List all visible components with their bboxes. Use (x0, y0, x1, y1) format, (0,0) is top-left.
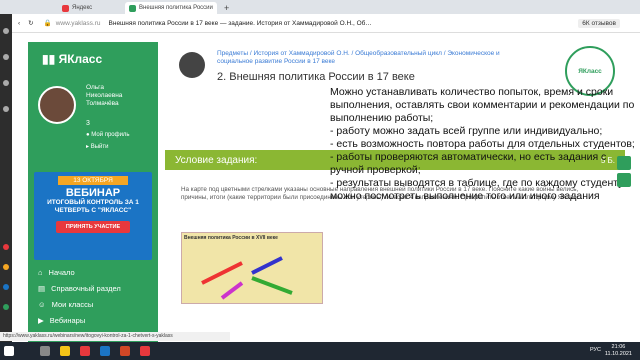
history-map: Внешняя политика России в XVII веке (181, 232, 323, 304)
right-side-buttons (617, 156, 631, 190)
user-middle-name: Николаевна (86, 92, 123, 99)
arrow-south (251, 276, 293, 295)
lock-icon: 🔒 (43, 20, 52, 27)
promo-title: ВЕБИНАР (65, 187, 121, 199)
sidebar-item-label: Начало (48, 268, 75, 277)
task-label: Условие задания: (175, 154, 258, 166)
settings-icon[interactable] (3, 106, 9, 112)
start-icon[interactable] (4, 346, 14, 356)
tab-label: Яндекс (72, 5, 93, 11)
messenger-icon[interactable] (3, 284, 9, 290)
status-url: https://www.yaklass.ru/webinars/new/itog… (0, 332, 230, 341)
bookmarks-icon[interactable] (3, 54, 9, 60)
user-last-name: Толмачёва (86, 100, 119, 107)
book-icon: ▮▮ (42, 52, 56, 66)
arrow-west (201, 261, 243, 285)
app-icon[interactable] (3, 304, 9, 310)
logo-text: ЯКласс (58, 52, 103, 66)
word-icon[interactable] (100, 346, 110, 356)
sidebar-item-home[interactable]: ⌂ Начало (38, 268, 75, 277)
music-icon[interactable] (3, 264, 9, 270)
sidebar-item-label: Вебинары (49, 316, 86, 325)
alice-icon[interactable] (3, 244, 9, 250)
tab-label: Внешняя политика России (139, 5, 213, 11)
subject-icon (179, 52, 205, 78)
app-icon[interactable] (140, 346, 150, 356)
windows-taskbar: РУС 21:06 11.10.2021 (0, 342, 640, 360)
logout-link[interactable]: ▸ Выйти (86, 143, 108, 150)
arrow-southwest (220, 281, 244, 300)
breadcrumb[interactable]: Предметы / История от Хаммадировой О.Н. … (217, 50, 517, 66)
new-tab-button[interactable]: + (220, 2, 232, 14)
clock-time: 21:06 (611, 344, 626, 350)
clock[interactable]: 21:06 11.10.2021 (605, 344, 632, 358)
video-icon: ▶ (38, 316, 44, 325)
map-title: Внешняя политика России в XVII веке (184, 235, 278, 241)
url-domain[interactable]: www.yaklass.ru (56, 20, 101, 27)
tab-yandex[interactable]: Яндекс (58, 2, 122, 14)
yaklass-favicon-icon (129, 4, 136, 12)
map-arrows (201, 256, 293, 300)
arrow-north (251, 256, 283, 275)
overlay-notes: Можно устанавливать количество попыток, … (330, 86, 635, 202)
logout-link-label: Выйти (90, 144, 109, 150)
user-name: Ольга Николаевна Толмачёва (86, 84, 122, 108)
address-bar[interactable]: ‹ ↻ 🔒 www.yaklass.ru Внешняя политика Ро… (0, 14, 640, 33)
history-icon[interactable] (3, 28, 9, 34)
profile-link[interactable]: ● Мой профиль (86, 132, 130, 138)
sidebar-item-webinars[interactable]: ▶ Вебинары (38, 316, 85, 325)
webinar-promo[interactable]: 13 ОКТЯБРЯ ВЕБИНАР ИТОГОВЫЙ КОНТРОЛЬ ЗА … (34, 172, 152, 260)
url-title[interactable]: Внешняя политика России в 17 веке — зада… (109, 20, 372, 27)
promo-join-button[interactable]: ПРИНЯТЬ УЧАСТИЕ (56, 221, 130, 233)
profile-link-label: Мой профиль (91, 132, 130, 138)
user-first-name: Ольга (86, 84, 105, 91)
chat-icon[interactable] (617, 173, 631, 187)
site-logo[interactable]: ▮▮ ЯКласс (42, 52, 102, 66)
sidebar-item-label: Справочный раздел (51, 284, 121, 293)
yandex-icon[interactable] (80, 346, 90, 356)
downloads-icon[interactable] (3, 80, 9, 86)
mail-icon[interactable] (617, 156, 631, 170)
home-icon: ⌂ (38, 268, 43, 277)
promo-subtitle: ИТОГОВЫЙ КОНТРОЛЬ ЗА 1 ЧЕТВЕРТЬ С "ЯКЛАС… (47, 199, 139, 214)
language-indicator[interactable]: РУС (590, 347, 601, 353)
avatar[interactable] (38, 86, 76, 124)
people-icon: ☺ (38, 300, 46, 309)
powerpoint-icon[interactable] (120, 346, 130, 356)
promo-date: 13 ОКТЯБРЯ (58, 176, 128, 185)
site-sidebar: ▮▮ ЯКласс Ольга Николаевна Толмачёва 3 ●… (28, 42, 158, 342)
sidebar-item-label: Мои классы (51, 300, 94, 309)
sidebar-item-reference[interactable]: ▤ Справочный раздел (38, 284, 121, 293)
browser-side-panel (0, 14, 12, 350)
explorer-icon[interactable] (60, 346, 70, 356)
search-icon[interactable] (40, 346, 50, 356)
reviews-button[interactable]: 6К отзывов (578, 18, 620, 28)
tab-yaklass[interactable]: Внешняя политика России (125, 2, 217, 14)
page-title: 2. Внешняя политика России в 17 веке (217, 71, 415, 83)
back-icon[interactable]: ‹ (18, 20, 20, 27)
sidebar-item-classes[interactable]: ☺ Мои классы (38, 300, 93, 309)
clock-date: 11.10.2021 (604, 351, 632, 357)
reload-icon[interactable]: ↻ (28, 19, 33, 27)
browser-tab-bar: Яндекс Внешняя политика России + (0, 0, 640, 14)
user-level: 3 (86, 120, 90, 127)
book-icon: ▤ (38, 284, 46, 293)
yandex-favicon-icon (62, 4, 69, 12)
